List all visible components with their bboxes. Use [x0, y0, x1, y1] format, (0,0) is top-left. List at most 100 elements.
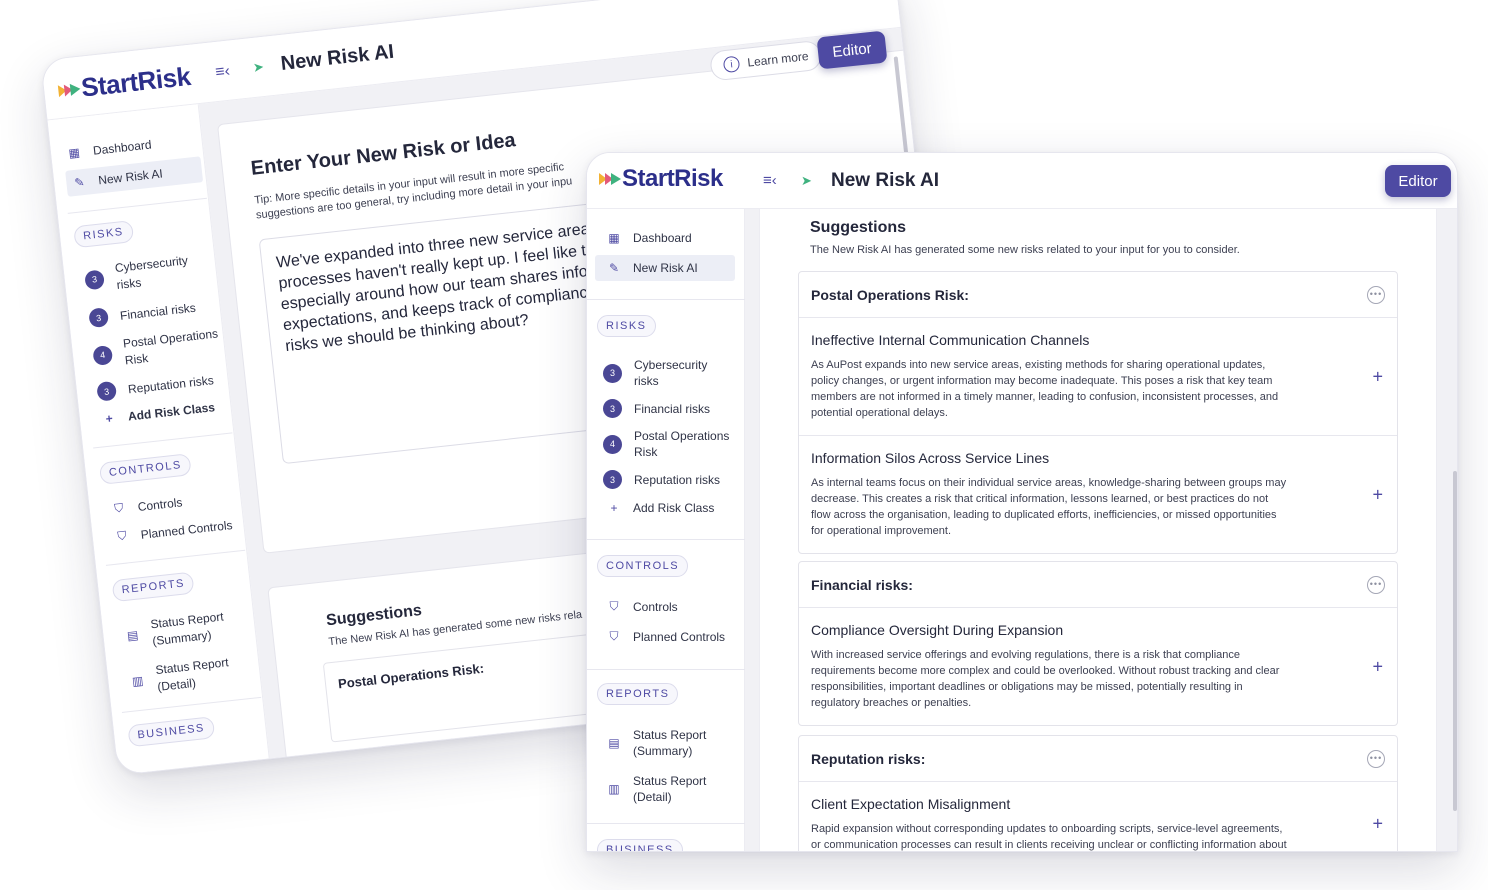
- risk-group-postal-operations: Postal Operations Risk: ••• Ineffective …: [798, 271, 1398, 554]
- menu-collapse-icon[interactable]: ≡‹: [763, 172, 777, 189]
- sidebar-item-label: Status Report: [154, 655, 230, 678]
- add-suggestion-plus-icon[interactable]: +: [1372, 484, 1383, 505]
- sidebar-item-status-summary[interactable]: ▤ Status Report (Summary): [607, 727, 706, 759]
- risk-suggestion: Client Expectation Misalignment Rapid ex…: [799, 782, 1397, 851]
- sidebar-item-label: Risk: [124, 351, 149, 368]
- add-suggestion-plus-icon[interactable]: +: [1372, 656, 1383, 677]
- front-topbar: StartRisk ≡‹ ➤ New Risk AI Editor: [587, 153, 1457, 209]
- sidebar-item-status-detail[interactable]: ▥ Status Report (Detail): [607, 773, 706, 805]
- sidebar-item-planned-controls[interactable]: ⛉ Planned Controls: [607, 629, 725, 644]
- editor-button[interactable]: Editor: [1385, 165, 1451, 197]
- suggestions-panel: Suggestions The New Risk AI has generate…: [759, 209, 1437, 851]
- sidebar-item-financial[interactable]: 3 Financial risks: [603, 399, 710, 418]
- risk-suggestion-description: As AuPost expands into new service areas…: [811, 359, 1279, 419]
- count-badge: 4: [92, 344, 114, 366]
- sidebar-item-new-risk-ai[interactable]: ✎ New Risk AI: [595, 255, 735, 281]
- section-label-business: BUSINESS: [127, 716, 215, 748]
- sidebar-item-label: (Detail): [633, 790, 672, 804]
- document-icon: ▤: [608, 736, 620, 750]
- section-label-reports: REPORTS: [111, 571, 195, 603]
- sidebar-item-new-risk-ai[interactable]: ✎ New Risk AI: [65, 156, 204, 197]
- risk-suggestion: Compliance Oversight During Expansion Wi…: [799, 608, 1397, 725]
- dashboard-icon: ▦: [608, 231, 620, 245]
- sidebar-item-label: Postal Operations: [122, 326, 219, 351]
- suggestions-title: Suggestions: [325, 602, 423, 630]
- sidebar-item-label: Reputation risks: [634, 472, 721, 487]
- sidebar-item-label: Dashboard: [633, 231, 692, 245]
- sidebar-item-reputation[interactable]: 3 Reputation risks: [603, 470, 720, 489]
- more-icon[interactable]: •••: [1367, 285, 1385, 304]
- section-label-reports: REPORTS: [597, 683, 679, 705]
- front-window: StartRisk ≡‹ ➤ New Risk AI Editor ▦ Dash…: [586, 152, 1458, 852]
- count-badge: 3: [603, 399, 622, 418]
- scrollbar[interactable]: [1453, 471, 1457, 811]
- risk-suggestion-description: As internal teams focus on their individ…: [811, 477, 1287, 537]
- menu-collapse-icon[interactable]: ≡‹: [214, 63, 231, 82]
- sidebar-item-postal-operations[interactable]: 4 Postal Operations Risk: [91, 325, 220, 372]
- brand-logo-icon: [599, 173, 621, 185]
- sidebar-item-controls[interactable]: ⛉ Controls: [607, 599, 678, 614]
- suggestions-title: Suggestions: [810, 219, 907, 236]
- plus-icon: +: [610, 501, 618, 515]
- pencil-icon: ✎: [608, 261, 620, 275]
- shield-icon: ⛉: [116, 528, 128, 544]
- add-suggestion-plus-icon[interactable]: +: [1372, 366, 1383, 387]
- risk-group-header: Postal Operations Risk: •••: [799, 272, 1397, 318]
- sidebar-item-label: (Detail): [156, 675, 197, 694]
- sidebar-item-label: (Summary): [151, 627, 213, 649]
- sidebar-item-status-detail[interactable]: ▥ Status Report (Detail): [129, 654, 231, 699]
- sidebar-item-planned-controls[interactable]: ⛉ Planned Controls: [114, 517, 233, 545]
- documents-icon: ▥: [608, 782, 620, 796]
- add-risk-class-button[interactable]: + Add Risk Class: [607, 501, 714, 515]
- risk-suggestion: Ineffective Internal Communication Chann…: [799, 318, 1397, 436]
- risk-suggestion-title: Information Silos Across Service Lines: [811, 450, 1050, 466]
- plus-icon: +: [104, 411, 114, 426]
- sidebar-item-label: Cybersecurity: [114, 253, 189, 276]
- sidebar-item-label: Reputation risks: [127, 372, 215, 396]
- sidebar-item-cybersecurity[interactable]: 3 Cybersecurity risks: [83, 252, 190, 297]
- shield-check-icon: ⛉: [113, 500, 125, 516]
- count-badge: 3: [84, 268, 105, 290]
- sidebar-item-cybersecurity[interactable]: 3 Cybersecurity risks: [603, 357, 707, 389]
- sidebar-item-status-summary[interactable]: ▤ Status Report (Summary): [124, 608, 226, 653]
- dashboard-icon: ▦: [67, 145, 81, 161]
- risk-group-header: Reputation risks: •••: [799, 736, 1397, 782]
- sidebar-item-label: risks: [115, 275, 143, 292]
- brand-logo: StartRisk: [57, 61, 192, 106]
- section-label-risks: RISKS: [597, 315, 656, 337]
- sparkle-arrows-icon: ➤: [252, 58, 265, 75]
- sidebar-item-label: Planned Controls: [633, 629, 726, 644]
- count-badge: 4: [603, 434, 622, 454]
- sidebar-item-label: Dashboard: [92, 137, 153, 158]
- add-risk-class-button[interactable]: + Add Risk Class: [101, 400, 216, 426]
- sidebar-item-dashboard[interactable]: ▦ Dashboard: [67, 137, 153, 161]
- risk-suggestion: Information Silos Across Service Lines A…: [799, 436, 1397, 553]
- page-title: New Risk AI: [831, 170, 940, 191]
- more-icon[interactable]: •••: [1367, 749, 1385, 768]
- risk-group-financial: Financial risks: ••• Compliance Oversigh…: [798, 561, 1398, 726]
- sidebar-item-label: Status Report: [633, 774, 707, 788]
- shield-icon: ⛉: [609, 629, 619, 643]
- sidebar-item-label: Risk: [634, 445, 658, 459]
- sidebar-item-label: Cybersecurity: [634, 358, 708, 372]
- sparkle-arrows-icon: ➤: [801, 173, 812, 188]
- sidebar-item-label: Controls: [137, 494, 183, 514]
- section-label-controls: CONTROLS: [98, 453, 192, 485]
- brand-logo: StartRisk: [599, 165, 723, 193]
- add-suggestion-plus-icon[interactable]: +: [1372, 814, 1383, 835]
- sidebar-item-dashboard[interactable]: ▦ Dashboard: [607, 231, 692, 245]
- info-icon: i: [722, 55, 741, 74]
- risk-suggestion-title: Client Expectation Misalignment: [811, 796, 1011, 812]
- suggestions-subtitle: The New Risk AI has generated some new r…: [810, 244, 1240, 256]
- sidebar-item-postal-operations[interactable]: 4 Postal Operations Risk: [603, 428, 729, 460]
- learn-more-button[interactable]: i Learn more: [709, 39, 823, 82]
- front-sidebar: ▦ Dashboard ✎ New Risk AI RISKS 3 Cybers…: [587, 209, 745, 851]
- count-badge: 3: [603, 363, 622, 383]
- risk-suggestion-title: Compliance Oversight During Expansion: [811, 622, 1064, 638]
- sidebar-item-reputation[interactable]: 3 Reputation risks: [96, 370, 214, 402]
- sidebar-item-financial[interactable]: 3 Financial risks: [88, 298, 196, 329]
- more-icon[interactable]: •••: [1367, 575, 1385, 594]
- section-label-controls: CONTROLS: [597, 555, 689, 577]
- sidebar-item-controls[interactable]: ⛉ Controls: [111, 494, 183, 517]
- sidebar-item-label: Controls: [633, 599, 678, 614]
